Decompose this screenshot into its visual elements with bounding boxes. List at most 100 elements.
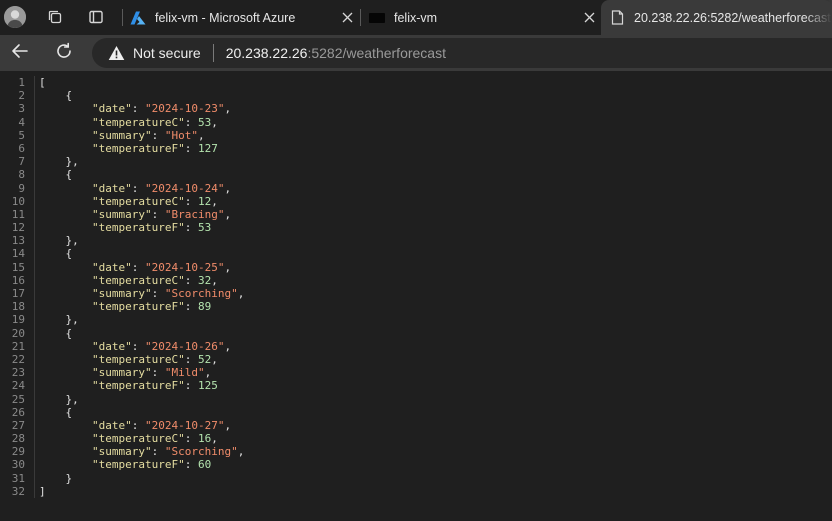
code-text: "temperatureC": 16,: [91, 432, 218, 446]
code-line: 13 },: [0, 234, 244, 248]
warning-icon: [108, 45, 125, 62]
code-line: 12 "temperatureF": 53: [0, 221, 244, 235]
code-text: "date": "2024-10-27",: [91, 418, 232, 432]
line-number: 22: [11, 352, 25, 366]
code-text: },: [39, 234, 79, 248]
gutter-divider: [34, 168, 35, 182]
code-text: "temperatureF": 60: [91, 458, 212, 472]
tab-title: felix-vm - Microsoft Azure: [155, 10, 296, 25]
line-number: 31: [11, 471, 25, 485]
code-text: "temperatureF": 125: [91, 379, 218, 393]
tab-terminal[interactable]: felix-vm: [369, 0, 569, 35]
gutter-divider: [34, 458, 35, 472]
code-text: "date": "2024-10-24",: [91, 181, 232, 195]
tab-strip: felix-vm - Microsoft Azure felix-vm 20.2…: [0, 0, 832, 35]
line-number: 15: [11, 260, 25, 274]
line-number: 1: [18, 76, 25, 89]
gutter-divider: [34, 379, 35, 393]
code-line: 30 "temperatureF": 60: [0, 458, 244, 472]
code-line: 31 }: [0, 471, 244, 485]
gutter-divider: [34, 115, 35, 129]
gutter-divider: [34, 484, 35, 498]
address-bar[interactable]: Not secure 20.238.22.26:5282/weatherfore…: [92, 38, 832, 68]
gutter-divider: [34, 418, 35, 433]
profile-avatar[interactable]: [4, 6, 26, 28]
code-text: "date": "2024-10-23",: [91, 102, 232, 116]
code-text: "temperatureC": 32,: [91, 273, 218, 287]
code-line: 14 {: [0, 247, 244, 261]
refresh-button[interactable]: [53, 42, 75, 64]
code-line: 2 {: [0, 89, 244, 103]
code-line: 32]: [0, 484, 244, 498]
code-line: 7 },: [0, 155, 244, 169]
tab-weatherforecast[interactable]: 20.238.22.26:5282/weatherforecast: [601, 0, 832, 35]
code-line: 28 "temperatureC": 16,: [0, 432, 244, 446]
gutter-divider: [34, 405, 35, 419]
security-indicator[interactable]: Not secure: [108, 45, 201, 62]
line-number: 10: [11, 194, 25, 208]
json-code: 1[2 {3 "date": "2024-10-23", 4 "temperatu…: [0, 76, 244, 498]
refresh-icon: [55, 42, 73, 65]
line-number: 20: [11, 326, 25, 340]
line-number: 30: [11, 458, 25, 472]
code-line: 25 },: [0, 392, 244, 406]
code-text: "summary": "Bracing",: [91, 207, 232, 221]
code-line: 17 "summary": "Scorching",: [0, 287, 244, 301]
code-line: 29 "summary": "Scorching",: [0, 445, 244, 459]
code-line: 18 "temperatureF": 89: [0, 300, 244, 314]
code-text: "date": "2024-10-25",: [91, 260, 232, 274]
line-number: 9: [18, 181, 25, 195]
line-number: 26: [11, 405, 25, 419]
line-number: 25: [11, 392, 25, 406]
code-line: 23 "summary": "Mild",: [0, 366, 244, 380]
gutter-divider: [34, 221, 35, 235]
gutter-divider: [34, 471, 35, 485]
code-line: 10 "temperatureC": 12,: [0, 194, 244, 208]
url-path: :5282/weatherforecast: [307, 45, 446, 61]
gutter-divider: [34, 155, 35, 169]
code-text: "temperatureF": 89: [91, 300, 212, 314]
code-line: 1[: [0, 76, 244, 90]
line-number: 8: [18, 168, 25, 182]
line-number: 12: [11, 221, 25, 235]
line-number: 16: [11, 273, 25, 287]
code-line: 22 "temperatureC": 52,: [0, 352, 244, 367]
page-icon: [609, 10, 625, 26]
gutter-divider: [34, 141, 35, 156]
code-line: 26 {: [0, 405, 244, 419]
code-line: 8 {: [0, 168, 244, 182]
tab-azure[interactable]: felix-vm - Microsoft Azure: [130, 0, 335, 35]
code-text: "temperatureC": 53,: [91, 115, 218, 129]
tab-actions-icon[interactable]: [87, 8, 105, 26]
code-line: 20 {: [0, 326, 244, 340]
gutter-divider: [34, 339, 35, 353]
azure-icon: [130, 10, 146, 26]
code-line: 24 "temperatureF": 125: [0, 379, 244, 393]
workspaces-icon[interactable]: [46, 8, 64, 26]
close-icon[interactable]: [340, 10, 354, 24]
code-text: {: [39, 326, 73, 340]
line-number: 3: [18, 102, 25, 116]
code-line: 21 "date": "2024-10-26",: [0, 339, 244, 353]
code-line: 9 "date": "2024-10-24",: [0, 181, 244, 195]
url-text[interactable]: 20.238.22.26:5282/weatherforecast: [226, 45, 446, 61]
gutter-divider: [34, 326, 35, 340]
code-line: 6 "temperatureF": 127: [0, 141, 244, 156]
back-button[interactable]: [9, 42, 31, 64]
tab-separator: [360, 9, 361, 26]
code-text: {: [39, 89, 73, 103]
code-line: 4 "temperatureC": 53,: [0, 115, 244, 129]
gutter-divider: [34, 432, 35, 446]
close-icon[interactable]: [582, 10, 596, 24]
line-number: 7: [18, 155, 25, 169]
code-text: "temperatureC": 12,: [91, 194, 218, 208]
code-line: 11 "summary": "Bracing",: [0, 207, 244, 222]
tab-title: felix-vm: [394, 10, 438, 25]
code-line: 15 "date": "2024-10-25",: [0, 260, 244, 274]
code-line: 27 "date": "2024-10-27",: [0, 418, 244, 433]
code-text: {: [39, 405, 73, 419]
code-text: {: [39, 168, 73, 182]
line-number: 21: [11, 339, 25, 353]
gutter-divider: [34, 247, 35, 261]
back-arrow-icon: [11, 43, 29, 64]
